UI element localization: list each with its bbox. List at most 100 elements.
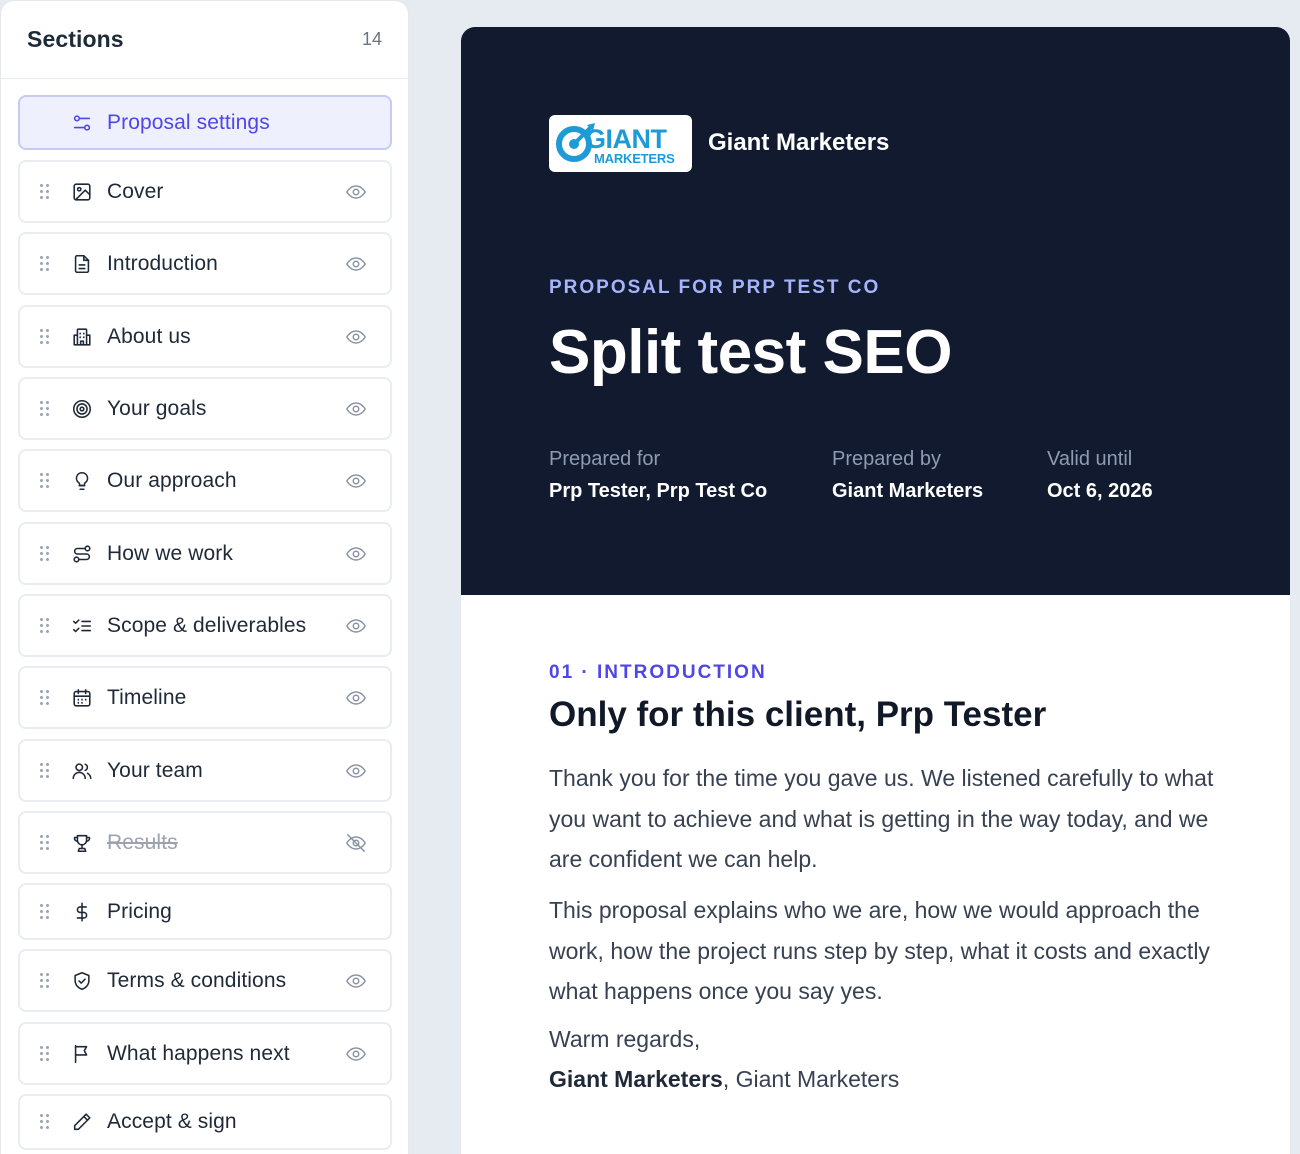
section-label: Results xyxy=(107,830,178,854)
eye-icon[interactable] xyxy=(344,969,368,993)
meta-prepared-for: Prepared for Prp Tester, Prp Test Co xyxy=(549,448,767,503)
eye-icon[interactable] xyxy=(344,542,368,566)
section-label: Our approach xyxy=(107,468,237,492)
signer: Giant Marketers, Giant Marketers xyxy=(549,1066,899,1093)
eye-icon[interactable] xyxy=(344,325,368,349)
eye-icon[interactable] xyxy=(344,686,368,710)
section-label: Pricing xyxy=(107,899,172,923)
drag-handle-icon[interactable] xyxy=(40,255,52,273)
shield-icon xyxy=(70,969,94,993)
trophy-icon xyxy=(70,831,94,855)
proposal-title: Split test SEO xyxy=(549,318,952,387)
proposal-eyebrow: PROPOSAL FOR PRP TEST CO xyxy=(549,277,881,298)
section-label: Cover xyxy=(107,179,164,203)
drag-handle-icon[interactable] xyxy=(40,762,52,780)
drag-handle-icon[interactable] xyxy=(40,400,52,418)
drag-handle-icon[interactable] xyxy=(40,472,52,490)
drag-handle-icon[interactable] xyxy=(40,328,52,346)
eye-icon[interactable] xyxy=(344,180,368,204)
eye-icon[interactable] xyxy=(344,759,368,783)
section-item-our-approach[interactable]: Our approach xyxy=(18,449,392,512)
section-label: Terms & conditions xyxy=(107,968,287,992)
cover-hero: GIANT MARKETERS Giant Marketers PROPOSAL… xyxy=(461,27,1290,595)
proposal-preview: GIANT MARKETERS Giant Marketers PROPOSAL… xyxy=(461,27,1290,1154)
image-icon xyxy=(70,180,94,204)
section-item-terms[interactable]: Terms & conditions xyxy=(18,949,392,1012)
route-icon xyxy=(70,542,94,566)
section-item-pricing[interactable]: Pricing xyxy=(18,883,392,940)
drag-handle-icon[interactable] xyxy=(40,545,52,563)
checklist-icon xyxy=(70,614,94,638)
section-label: What happens next xyxy=(107,1041,290,1065)
section-item-accept-sign[interactable]: Accept & sign xyxy=(18,1094,392,1150)
intro-eyebrow: 01 · INTRODUCTION xyxy=(549,662,767,683)
signer-name: Giant Marketers xyxy=(549,1066,723,1092)
logo-text-bottom: MARKETERS xyxy=(594,151,675,166)
eye-icon[interactable] xyxy=(344,397,368,421)
lightbulb-icon xyxy=(70,469,94,493)
section-label: Scope & deliverables xyxy=(107,613,307,637)
drag-handle-icon[interactable] xyxy=(40,617,52,635)
calendar-icon xyxy=(70,686,94,710)
section-label: Timeline xyxy=(107,685,187,709)
company-logo: GIANT MARKETERS xyxy=(549,115,692,172)
document-icon xyxy=(70,252,94,276)
eye-off-icon[interactable] xyxy=(344,831,368,855)
section-item-cover[interactable]: Cover xyxy=(18,160,392,223)
eye-icon[interactable] xyxy=(344,252,368,276)
section-label: Your team xyxy=(107,758,203,782)
intro-paragraph: This proposal explains who we are, how w… xyxy=(549,897,1210,1004)
intro-paragraph: Thank you for the time you gave us. We l… xyxy=(549,765,1214,872)
brand-name: Giant Marketers xyxy=(708,129,890,156)
drag-handle-icon[interactable] xyxy=(40,903,52,921)
meta-label: Valid until xyxy=(1047,448,1133,470)
section-item-your-goals[interactable]: Your goals xyxy=(18,377,392,440)
meta-prepared-by: Prepared by Giant Marketers xyxy=(832,448,983,503)
section-label: About us xyxy=(107,324,191,348)
proposal-settings-item[interactable]: Proposal settings xyxy=(18,95,392,150)
sliders-icon xyxy=(70,111,94,135)
signer-company: , Giant Marketers xyxy=(722,1066,900,1092)
section-item-what-happens-next[interactable]: What happens next xyxy=(18,1022,392,1085)
drag-handle-icon[interactable] xyxy=(40,1045,52,1063)
section-label: Accept & sign xyxy=(107,1110,237,1133)
meta-valid-until: Valid until Oct 6, 2026 xyxy=(1047,448,1153,503)
proposal-settings-label: Proposal settings xyxy=(107,110,270,134)
drag-handle-icon[interactable] xyxy=(40,834,52,852)
section-count: 14 xyxy=(361,29,382,49)
section-label: Introduction xyxy=(107,251,218,275)
section-item-about-us[interactable]: About us xyxy=(18,305,392,368)
sidebar-header: Sections 14 xyxy=(1,1,408,79)
drag-handle-icon[interactable] xyxy=(40,972,52,990)
pen-icon xyxy=(70,1110,94,1134)
logo-text-top: GIANT xyxy=(585,124,668,154)
section-item-introduction[interactable]: Introduction xyxy=(18,232,392,295)
signoff: Warm regards, xyxy=(549,1026,701,1052)
eye-icon[interactable] xyxy=(344,1042,368,1066)
section-item-how-we-work[interactable]: How we work xyxy=(18,522,392,585)
drag-handle-icon[interactable] xyxy=(40,183,52,201)
meta-label: Prepared by xyxy=(832,448,941,470)
meta-value: Oct 6, 2026 xyxy=(1047,480,1153,502)
section-item-results[interactable]: Results xyxy=(18,811,392,874)
drag-handle-icon[interactable] xyxy=(40,689,52,707)
target-icon xyxy=(70,397,94,421)
section-item-timeline[interactable]: Timeline xyxy=(18,666,392,729)
section-label: How we work xyxy=(107,541,233,565)
meta-value: Giant Marketers xyxy=(832,480,984,502)
eye-icon[interactable] xyxy=(344,614,368,638)
section-item-scope-deliverables[interactable]: Scope & deliverables xyxy=(18,594,392,657)
eye-icon[interactable] xyxy=(344,469,368,493)
intro-title: Only for this client, Prp Tester xyxy=(549,695,1047,734)
flag-icon xyxy=(70,1042,94,1066)
meta-label: Prepared for xyxy=(549,448,661,470)
drag-handle-icon[interactable] xyxy=(40,1113,52,1131)
section-label: Your goals xyxy=(107,396,207,420)
users-icon xyxy=(70,759,94,783)
building-icon xyxy=(70,325,94,349)
meta-value: Prp Tester, Prp Test Co xyxy=(549,480,768,502)
sidebar-title: Sections xyxy=(27,26,124,52)
section-item-your-team[interactable]: Your team xyxy=(18,739,392,802)
dollar-icon xyxy=(70,900,94,924)
sections-sidebar: Sections 14 Proposal settings Cover Intr… xyxy=(0,0,409,1154)
